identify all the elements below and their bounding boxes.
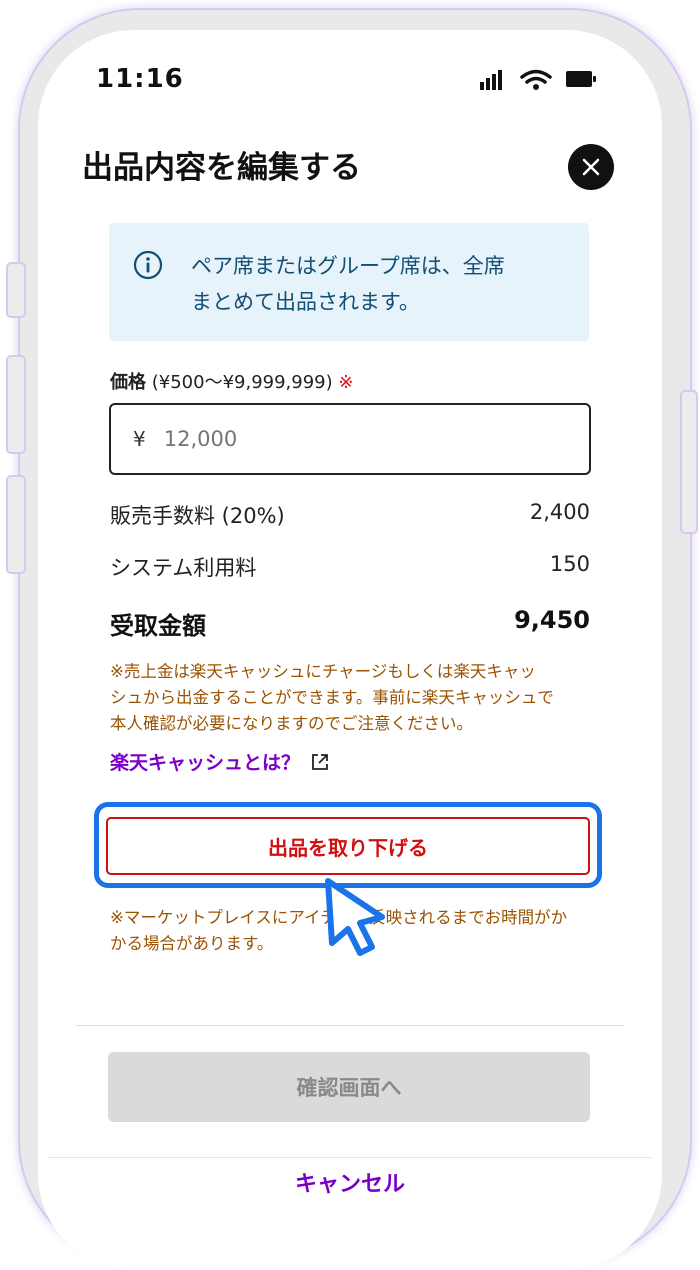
price-input[interactable]	[161, 426, 526, 452]
side-button-2	[6, 355, 26, 454]
side-button-4	[680, 390, 698, 534]
fee-label: 販売手数料 (20%)	[110, 504, 285, 528]
signal-icon	[480, 69, 596, 90]
price-label-text: 価格	[110, 372, 146, 393]
phone-screen: 11:16 出品内容を編集する ペア席またはグループ席は、全席 まとめて出品され…	[38, 30, 662, 1270]
total-value: 9,450	[514, 606, 590, 634]
notice-line: シュから出金することができます。事前に楽天キャッシュで	[110, 688, 554, 707]
external-link-icon	[312, 753, 328, 770]
price-label: 価格 (¥500〜¥9,999,999) ※	[110, 368, 353, 394]
divider	[76, 1025, 624, 1026]
total-label: 受取金額	[110, 612, 206, 640]
notice-line: ※売上金は楽天キャッシュにチャージもしくは楽天キャッ	[110, 662, 536, 681]
status-icons	[480, 66, 600, 92]
price-input-box[interactable]: ¥	[109, 403, 591, 475]
close-button[interactable]	[568, 144, 614, 190]
fee-row-system: システム利用料 150	[110, 552, 590, 582]
notice-line: 本人確認が必要になりますのでご注意ください。	[110, 714, 473, 733]
rakuten-cash-link[interactable]: 楽天キャッシュとは？	[110, 748, 330, 775]
fee-value: 150	[549, 552, 590, 576]
currency-symbol: ¥	[133, 427, 146, 451]
fee-value: 2,400	[529, 500, 590, 524]
cancel-button[interactable]: キャンセル	[38, 1166, 662, 1198]
fee-label: システム利用料	[110, 556, 257, 580]
link-label: 楽天キャッシュとは？	[110, 752, 301, 774]
divider	[48, 1157, 652, 1158]
confirm-button[interactable]: 確認画面へ	[108, 1052, 590, 1122]
pointer-cursor-icon	[320, 875, 390, 957]
required-mark: ※	[338, 372, 354, 393]
page-title: 出品内容を編集する	[82, 150, 361, 186]
info-icon	[133, 250, 163, 280]
fee-row-sales: 販売手数料 (20%) 2,400	[110, 500, 590, 530]
total-row: 受取金額 9,450	[110, 606, 590, 641]
close-icon	[582, 158, 600, 176]
cash-notice: ※売上金は楽天キャッシュにチャージもしくは楽天キャッ シュから出金することができ…	[110, 659, 600, 737]
info-message: ペア席またはグループ席は、全席 まとめて出品されます。	[191, 248, 571, 320]
price-range: (¥500〜¥9,999,999)	[151, 372, 333, 393]
withdraw-listing-button[interactable]: 出品を取り下げる	[106, 817, 590, 875]
info-message-line1: ペア席またはグループ席は、全席	[191, 254, 505, 278]
side-button-1	[6, 262, 26, 318]
info-message-line2: まとめて出品されます。	[191, 290, 420, 314]
status-time: 11:16	[96, 64, 184, 94]
side-button-3	[6, 475, 26, 574]
